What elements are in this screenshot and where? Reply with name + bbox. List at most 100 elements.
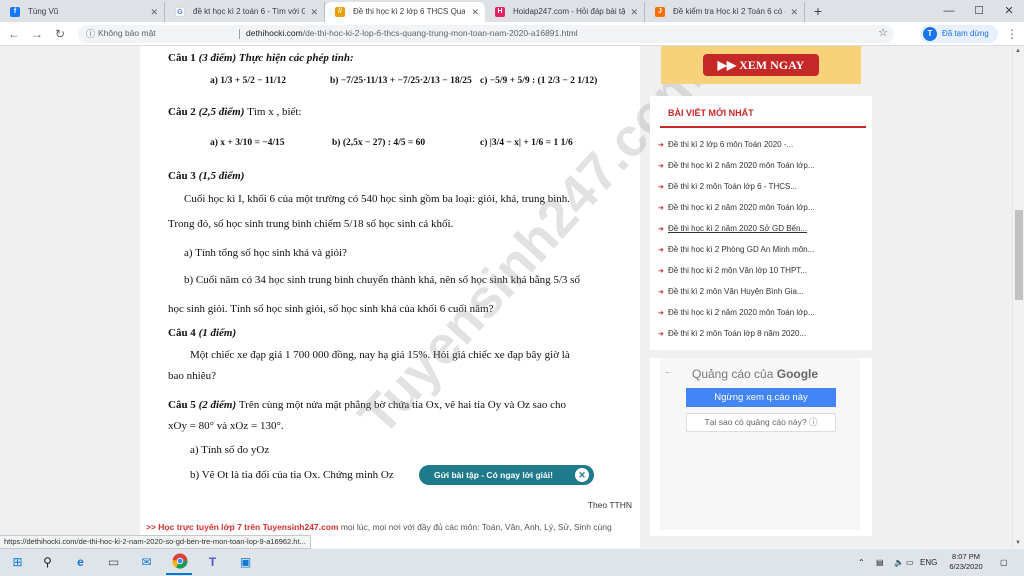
arrow-right-icon: ➜ [658,226,664,233]
tab-exam-active[interactable]: // Đề thi học kì 2 lớp 6 THCS Quang Trun… [325,2,485,22]
scrollbar-thumb[interactable] [1015,210,1023,300]
windows-taskbar: ⊞ ⚲ e ▭ ✉ T ▣ ⌃ ▤ 🔈 ▭ ENG 8:07 PM 6/23/2… [0,549,1024,576]
q2-c: c) |3/4 − x| + 1/6 = 1 1/6 [480,138,573,148]
bookmark-star-icon[interactable]: ☆ [878,26,888,39]
recent-post-item[interactable]: ➜ Đề thi học kì 2 Phòng GD An Minh môn... [658,245,866,261]
arrow-right-icon: ➜ [658,268,664,275]
profile-button[interactable]: T Đã tạm dừng [920,25,998,43]
url-domain: dethihocki.com [246,28,303,38]
arrow-right-icon: ➜ [658,163,664,170]
tab-vietjack[interactable]: J Đề kiểm tra Học kì 2 Toán 6 có đáp án … [645,2,805,22]
promo-link[interactable]: >> Học trực tuyến lớp 7 trên Tuyensinh24… [146,522,338,532]
recent-post-item[interactable]: ➜ Đề thi học kì 2 năm 2020 môn Toán lớp..… [658,308,866,324]
security-label: Không bảo mật [98,28,156,38]
language-indicator[interactable]: ENG [920,549,937,576]
tab-label: Đề kiểm tra Học kì 2 Toán 6 có đáp án [673,7,785,16]
arrow-right-icon: ➜ [658,310,664,317]
close-icon[interactable]: ✕ [471,2,479,22]
notifications-icon[interactable]: ▢ [1000,549,1008,576]
address-bar[interactable]: ⓘ Không bảo mật dethihocki.com/de-thi-ho… [78,25,894,43]
reload-icon[interactable]: ↻ [51,25,69,43]
q1-c: c) −5/9 + 5/9 : (1 2/3 − 2 1/12) [480,76,598,86]
close-icon[interactable]: ✕ [310,2,318,22]
q3-b-line-2: học sinh giỏi. Tính số học sinh giỏi, số… [168,303,494,315]
close-icon[interactable]: ✕ [790,2,798,22]
recent-post-item-hovered[interactable]: ➜ Đề thi học kì 2 năm 2020 Sở GD Bến... [658,224,866,240]
tab-hoidap[interactable]: H Hoidap247.com - Hỏi đáp bài tập ✕ [485,2,645,22]
clock-time: 8:07 PM [952,552,980,561]
why-this-ad-button[interactable]: Tại sao có quảng cáo này? ⓘ [686,413,836,432]
recent-post-item[interactable]: ➜ Đề thi kì 2 lớp 6 môn Toán 2020 -... [658,140,866,156]
google-icon: G [175,7,185,17]
profile-status: Đã tạm dừng [942,29,989,38]
minimize-button[interactable]: — [934,0,964,22]
hoidap-icon: H [495,7,505,17]
arrow-right-icon: ➜ [658,205,664,212]
recent-post-item[interactable]: ➜ Đề thi kì 2 môn Toán lớp 6 - THCS... [658,182,866,198]
info-icon[interactable]: ⓘ [86,27,95,40]
tray-chevron-icon[interactable]: ⌃ [858,549,865,576]
promo-line: >> Học trực tuyến lớp 7 trên Tuyensinh24… [146,522,636,532]
chrome-icon[interactable] [170,553,189,572]
status-bar-url: https://dethihocki.com/de-thi-hoc-ki-2-n… [0,535,311,549]
task-view-icon[interactable]: ▭ [104,553,123,572]
watch-now-button[interactable]: ▶▶ XEM NGAY [703,54,819,76]
promo-text: mọi lúc, mọi nơi với đầy đủ các môn: Toá… [338,522,612,532]
q5-b: b) Vẽ Ot là tia đối của tia Ox. Chứng mi… [190,469,394,481]
recent-post-item[interactable]: ➜ Đề thi học kì 2 năm 2020 môn Toán lớp..… [658,161,866,177]
recent-post-item[interactable]: ➜ Đề thi học kì 2 môn Văn lớp 10 THPT... [658,266,866,282]
close-icon[interactable]: ✕ [575,468,589,482]
arrow-right-icon: ➜ [658,184,664,191]
facebook-icon: f [10,7,20,17]
active-app-indicator [166,573,192,575]
edge-icon[interactable]: e [71,553,90,572]
clock[interactable]: 8:07 PM 6/23/2020 [938,552,994,572]
mail-icon[interactable]: ✉ [137,553,156,572]
tab-label: Tùng Vũ [28,7,59,16]
tab-google[interactable]: G đề kt học kì 2 toán 6 - Tìm với Google… [165,2,325,22]
q1-a: a) 1/3 + 5/2 − 11/12 [210,76,287,86]
submit-homework-button[interactable]: Gửi bài tập - Có ngay lời giải! ✕ [419,465,594,485]
page-scrollbar[interactable]: ▲ ▼ [1012,46,1024,548]
scroll-up-icon[interactable]: ▲ [1015,48,1021,54]
volume-icon[interactable]: 🔈 [894,549,904,576]
vietjack-icon: J [655,7,665,17]
doc-icon: // [335,7,345,17]
tab-label: đề kt học kì 2 toán 6 - Tìm với Google [193,7,305,16]
network-icon[interactable]: ▤ [876,549,884,576]
photos-icon[interactable]: ▣ [236,553,255,572]
q5-heading: Câu 5 (2 điểm) Trên cùng một nửa mặt phẳ… [168,399,566,411]
browser-toolbar: ← → ↻ ⓘ Không bảo mật dethihocki.com/de-… [0,22,1024,46]
close-icon[interactable]: ✕ [630,2,638,22]
back-arrow-icon[interactable]: ← [664,366,673,376]
back-icon[interactable]: ← [5,25,23,43]
windows-start-icon[interactable]: ⊞ [8,553,27,572]
tab-label: Hoidap247.com - Hỏi đáp bài tập [513,7,625,16]
teams-icon[interactable]: T [203,553,222,572]
q4-paragraph-1: Một chiếc xe đạp giá 1 700 000 đồng, nay… [190,349,570,361]
q4-paragraph-2: bao nhiêu? [168,370,216,382]
url-text[interactable]: dethihocki.com/de-thi-hoc-ki-2-lop-6-thc… [246,28,578,38]
forward-icon[interactable]: → [28,25,46,43]
q3-a: a) Tính tổng số học sinh khá và giỏi? [184,247,347,259]
q5-a: a) Tính số đo yOz [190,444,270,456]
new-tab-button[interactable]: + [810,2,826,20]
q2-b: b) (2,5x − 27) : 4/5 = 60 [332,138,426,148]
recent-post-item[interactable]: ➜ Đề thi học kì 2 năm 2020 môn Toán lớp..… [658,203,866,219]
stop-seeing-ad-button[interactable]: Ngừng xem q.cáo này [686,388,836,407]
q4-heading: Câu 4 (1 điểm) [168,327,237,339]
battery-icon[interactable]: ▭ [906,549,914,576]
close-icon[interactable]: ✕ [150,2,158,22]
clock-date: 6/23/2020 [949,562,983,571]
maximize-button[interactable]: ☐ [964,0,994,22]
ad-banner[interactable]: ▶▶ XEM NGAY [661,46,861,84]
close-window-button[interactable]: ✕ [994,0,1024,22]
menu-icon[interactable]: ⋮ [1006,25,1018,43]
recent-post-item[interactable]: ➜ Đề thi kì 2 môn Toán lớp 8 năm 2020... [658,329,866,345]
search-icon[interactable]: ⚲ [38,553,57,572]
arrow-right-icon: ➜ [658,142,664,149]
tab-facebook[interactable]: f Tùng Vũ ✕ [0,2,165,22]
recent-post-item[interactable]: ➜ Đề thi kì 2 môn Văn Huyện Bình Gia... [658,287,866,303]
scroll-down-icon[interactable]: ▼ [1015,540,1021,546]
ads-by-google: Quảng cáo của Google [692,367,819,381]
